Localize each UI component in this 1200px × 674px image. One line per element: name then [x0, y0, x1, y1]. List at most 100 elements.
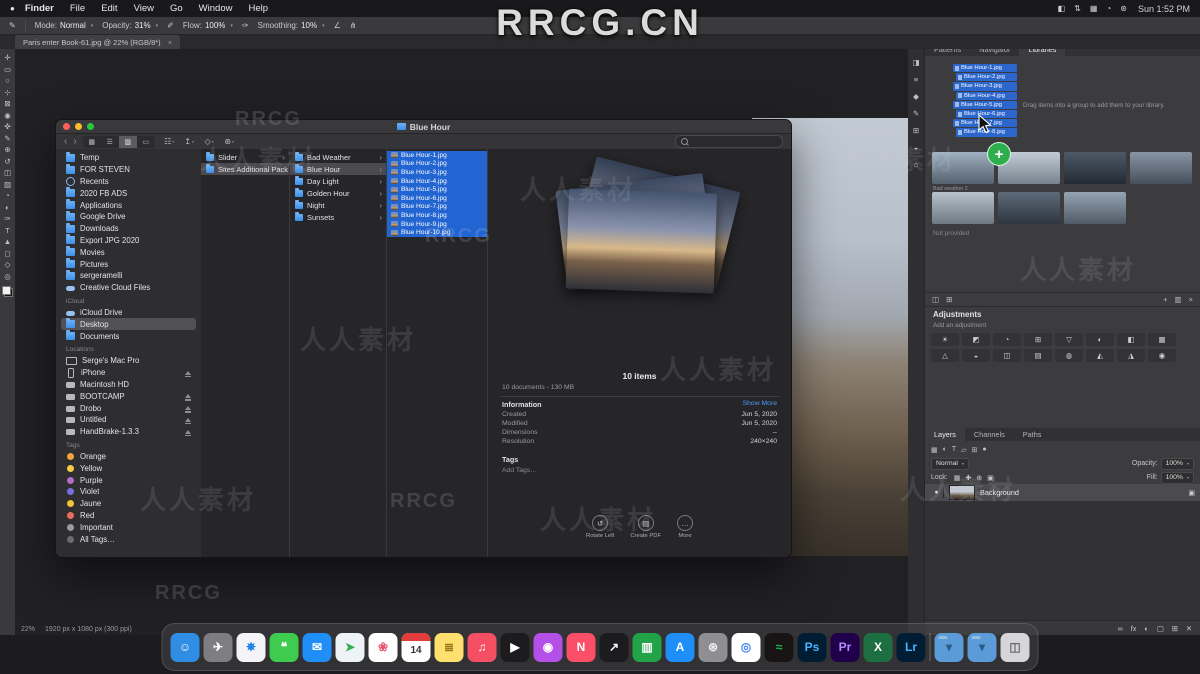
- dock-launchpad[interactable]: ✈: [203, 632, 233, 662]
- file-row[interactable]: Blue Hour-2.jpg: [387, 159, 487, 169]
- dock-excel[interactable]: X: [863, 632, 893, 662]
- layers-bottom-icon[interactable]: ✕: [1186, 624, 1192, 633]
- eject-icon[interactable]: [185, 417, 191, 425]
- library-footer-icon[interactable]: +: [1163, 295, 1167, 304]
- action-menu-button[interactable]: ⊛: [221, 136, 238, 148]
- share-button[interactable]: ↥: [181, 136, 198, 148]
- adjustment-icon[interactable]: ◔: [993, 333, 1021, 346]
- sidebar-item[interactable]: sergeramelli: [61, 269, 196, 282]
- dock-premiere[interactable]: Pr: [830, 632, 860, 662]
- layer-visibility-eye-icon[interactable]: ●: [930, 487, 944, 498]
- adjustment-icon[interactable]: ⊞: [1024, 333, 1052, 346]
- tool-icon[interactable]: ⊹: [4, 88, 10, 97]
- sidebar-item[interactable]: Movies: [61, 246, 196, 258]
- group-button[interactable]: ☷: [161, 136, 178, 148]
- dragged-file-row[interactable]: Blue Hour-2.jpg: [956, 73, 1017, 82]
- dock-folder-downloads[interactable]: ▾: [934, 632, 964, 662]
- finder-titlebar[interactable]: Blue Hour: [56, 120, 791, 134]
- tool-icon[interactable]: ↺: [4, 157, 10, 166]
- library-footer-icon[interactable]: ×: [1189, 295, 1193, 304]
- adjustment-icon[interactable]: ◩: [962, 333, 990, 346]
- tool-icon[interactable]: T: [5, 226, 10, 235]
- file-row[interactable]: Blue Hour-8.jpg: [387, 211, 487, 220]
- tool-icon[interactable]: ◉: [4, 111, 11, 120]
- collapsed-panel-icon[interactable]: ◆: [913, 92, 919, 101]
- list-view-button[interactable]: ☰: [101, 136, 119, 148]
- library-asset-thumbnail[interactable]: [1130, 152, 1192, 184]
- fill-select[interactable]: 100%: [1160, 471, 1194, 484]
- tool-icon[interactable]: ⊕: [4, 145, 10, 154]
- menu-item[interactable]: File: [62, 3, 93, 14]
- foreground-background-swatches[interactable]: [2, 286, 13, 297]
- sidebar-item[interactable]: Macintosh HD: [61, 379, 196, 391]
- layers-panel-tab[interactable]: Channels: [965, 428, 1014, 441]
- file-row[interactable]: Blue Hour-9.jpg: [387, 219, 487, 229]
- sidebar-item[interactable]: FOR STEVEN: [61, 163, 196, 176]
- icon-view-button[interactable]: ▦: [83, 136, 101, 148]
- sidebar-item[interactable]: 2020 FB ADS: [61, 187, 196, 199]
- tool-icon[interactable]: ◔: [5, 191, 10, 200]
- adjustment-icon[interactable]: ▤: [1024, 349, 1052, 362]
- library-asset-thumbnail[interactable]: [932, 152, 994, 184]
- layers-bottom-icon[interactable]: ◐: [1144, 624, 1148, 633]
- sidebar-tag-item[interactable]: Orange: [61, 451, 196, 463]
- apple-menu-icon[interactable]: ●: [10, 4, 15, 13]
- airbrush-icon[interactable]: ✑: [242, 21, 249, 30]
- dock-numbers[interactable]: ▥: [632, 632, 662, 662]
- opacity-select[interactable]: 100%: [1160, 457, 1194, 470]
- sidebar-item[interactable]: Google Drive: [61, 210, 196, 223]
- file-row[interactable]: Blue Hour-7.jpg: [387, 202, 487, 212]
- flow-option[interactable]: Flow: 100%: [183, 21, 233, 30]
- dock-safari[interactable]: ✵: [236, 632, 266, 662]
- sidebar-tag-item[interactable]: Yellow: [61, 462, 196, 474]
- dock-app-store[interactable]: A: [665, 632, 695, 662]
- file-row[interactable]: Blue Hour-10.jpg: [387, 228, 487, 237]
- adjustment-icon[interactable]: ▦: [1148, 333, 1176, 346]
- file-row[interactable]: Blue Hour-6.jpg: [387, 193, 487, 203]
- layer-filter-icon[interactable]: ▦: [931, 446, 938, 454]
- gallery-view-button[interactable]: ▭: [137, 136, 155, 148]
- sidebar-item[interactable]: BOOTCAMP: [61, 390, 196, 402]
- column-folder-row[interactable]: Day Light: [290, 175, 386, 187]
- lock-option-icon[interactable]: ✚: [965, 474, 971, 482]
- collapsed-panel-icon[interactable]: ◒: [914, 143, 919, 152]
- collapsed-panel-icon[interactable]: ⌂: [914, 160, 919, 169]
- dock-news[interactable]: N: [566, 632, 596, 662]
- library-footer-icon[interactable]: ⊞: [946, 295, 952, 304]
- file-row[interactable]: Blue Hour-3.jpg: [387, 168, 487, 177]
- sidebar-item[interactable]: Downloads: [61, 222, 196, 235]
- sidebar-item[interactable]: Documents: [61, 330, 196, 342]
- zoom-button[interactable]: [87, 123, 94, 130]
- create-pdf-button[interactable]: ▤ Create PDF: [630, 515, 661, 539]
- blend-mode-select[interactable]: Normal: [931, 457, 969, 470]
- file-row[interactable]: Blue Hour-5.jpg: [387, 185, 487, 194]
- lock-option-icon[interactable]: ▦: [954, 474, 961, 482]
- document-tab[interactable]: Paris enter Book-61.jpg @ 22% (RGB/8*) ×: [15, 35, 181, 49]
- dock-system-preferences[interactable]: ⊛: [698, 632, 728, 662]
- adjustment-icon[interactable]: ◍: [1055, 349, 1083, 362]
- dock-calendar[interactable]: 14: [401, 632, 431, 662]
- dock-trash[interactable]: ◫: [1000, 632, 1030, 662]
- adjustment-icon[interactable]: ▽: [1055, 333, 1083, 346]
- sidebar-item[interactable]: Temp: [61, 151, 196, 164]
- dock-spotify[interactable]: ≈: [764, 632, 794, 662]
- column-folder-row[interactable]: Night: [290, 199, 386, 211]
- dock-mail[interactable]: ✉: [302, 632, 332, 662]
- sidebar-item[interactable]: Recents: [61, 176, 196, 188]
- eject-icon[interactable]: [185, 370, 191, 378]
- layer-filter-icon[interactable]: ⊞: [972, 446, 978, 454]
- back-button[interactable]: ‹: [64, 136, 67, 147]
- library-asset-thumbnail[interactable]: [932, 192, 994, 224]
- close-tab-icon[interactable]: ×: [168, 38, 172, 47]
- adjustment-icon[interactable]: ◒: [962, 349, 990, 362]
- column-folder-row[interactable]: Blue Hour: [290, 163, 386, 175]
- eject-icon[interactable]: [185, 429, 191, 437]
- tool-icon[interactable]: ○: [5, 76, 10, 85]
- collapsed-panel-icon[interactable]: ⊞: [913, 126, 919, 135]
- library-asset-thumbnail[interactable]: [1064, 192, 1126, 224]
- sidebar-item[interactable]: Drobo: [61, 402, 196, 414]
- sidebar-tag-item[interactable]: Red: [61, 510, 196, 522]
- dock-folder-documents[interactable]: ▾: [967, 632, 997, 662]
- tool-icon[interactable]: ▲: [4, 237, 11, 246]
- sidebar-item[interactable]: Applications: [61, 199, 196, 211]
